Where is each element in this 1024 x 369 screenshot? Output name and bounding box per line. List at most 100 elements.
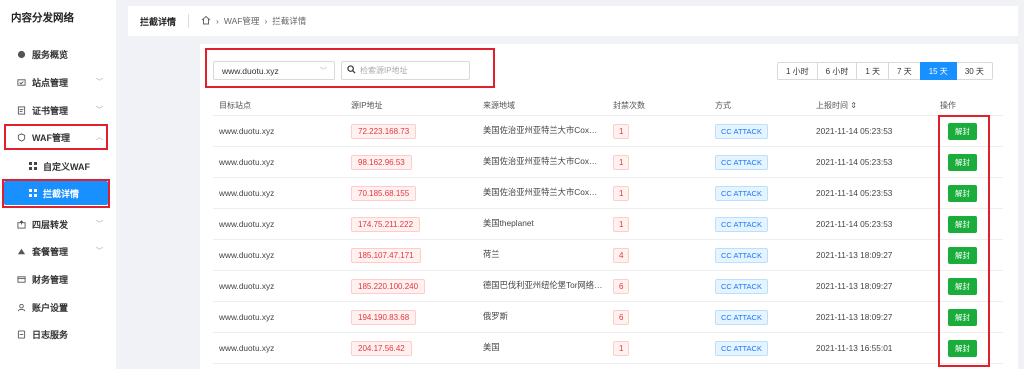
table-row: www.duotu.xyz 70.185.68.155 美国佐治亚州亚特兰大市C… [213,178,1003,209]
sidebar-item-sites[interactable]: 站点管理 ﹀ [0,71,116,93]
finance-icon [17,275,26,284]
cell-site: www.duotu.xyz [219,157,275,167]
count-tag: 1 [613,340,630,356]
sidebar-item-l4-forward[interactable]: 四层转发 ﹀ [0,213,116,235]
ip-tag: 98.162.96.53 [351,154,412,170]
cell-region: 美国 [483,342,500,352]
dashboard-icon [17,50,26,59]
count-tag: 6 [613,309,630,325]
cell-region: 美国theplanet [483,218,534,228]
range-button-30d[interactable]: 30 天 [955,62,993,80]
column-header-site: 目标站点 [219,101,251,110]
column-header-count: 封禁次数 [613,101,645,110]
cell-time: 2021-11-13 16:55:01 [816,343,893,353]
method-tag: CC ATTACK [715,278,768,294]
cell-site: www.duotu.xyz [219,250,275,260]
sidebar-item-label: 日志服务 [32,329,69,340]
highlight-box-actions [938,115,990,367]
breadcrumb-separator: › [216,16,219,26]
cell-region: 美国佐治亚州亚特兰大市Cox通信公... [483,125,605,135]
ip-tag: 185.220.100.240 [351,278,426,294]
breadcrumb: › WAF管理 › 拦截详情 [201,15,306,27]
page-title: 拦截详情 [140,16,177,27]
table-row: www.duotu.xyz 185.220.100.240 德国巴伐利亚州纽伦堡… [213,271,1003,302]
method-tag: CC ATTACK [715,309,768,325]
sidebar-item-custom-waf[interactable]: 自定义WAF [0,155,116,177]
table-header: 目标站点 源IP地址 来源地域 封禁次数 方式 上报时间 ⇕ 操作 [213,96,1003,116]
method-tag: CC ATTACK [715,154,768,170]
forward-icon [17,219,26,229]
column-header-region: 来源地域 [483,101,515,110]
range-button-6h[interactable]: 6 小时 [816,62,858,80]
count-tag: 1 [613,185,630,201]
sidebar-item-logs[interactable]: 日志服务 [0,323,116,345]
ip-tag: 70.185.68.155 [351,185,417,201]
cell-site: www.duotu.xyz [219,312,275,322]
count-tag: 4 [613,247,630,263]
breadcrumb-waf[interactable]: WAF管理 [224,15,260,27]
chevron-down-icon: ﹀ [96,79,103,86]
highlight-box-waf [4,124,108,150]
cell-time: 2021-11-13 18:09:27 [816,281,893,291]
domain-select[interactable]: www.duotu.xyz ﹀ [213,61,335,80]
sidebar-item-label: 服务概览 [32,49,69,60]
range-button-7d[interactable]: 7 天 [888,62,921,80]
sidebar-item-label: 四层转发 [32,219,69,230]
cell-time: 2021-11-13 18:09:27 [816,250,893,260]
sidebar-item-packages[interactable]: 套餐管理 ﹀ [0,240,116,262]
range-button-1d[interactable]: 1 天 [856,62,890,80]
page-header: 拦截详情 › WAF管理 › 拦截详情 [128,6,1018,36]
cell-time: 2021-11-13 18:09:27 [816,312,893,322]
table-row: www.duotu.xyz 194.190.83.68 俄罗斯 6 CC ATT… [213,302,1003,333]
count-tag: 1 [613,123,630,139]
column-header-time[interactable]: 上报时间 ⇕ [816,100,940,111]
certificate-icon [17,105,26,115]
user-icon [17,303,26,312]
breadcrumb-separator: › [264,16,268,26]
sidebar-item-label: 自定义WAF [43,161,90,172]
sidebar-item-certificates[interactable]: 证书管理 ﹀ [0,99,116,121]
ip-tag: 185.107.47.171 [351,247,421,263]
cell-site: www.duotu.xyz [219,188,275,198]
domain-select-value: www.duotu.xyz [222,65,279,76]
sidebar: 内容分发网络 服务概览 站点管理 ﹀ 证书管理 ﹀ WAF管理 ︿ 自定义WAF… [0,0,116,369]
table-row: www.duotu.xyz 204.17.56.42 美国 1 CC ATTAC… [213,333,1003,364]
breadcrumb-current: 拦截详情 [272,16,307,26]
search-icon [347,65,356,76]
ip-search-input[interactable] [360,66,465,75]
cell-site: www.duotu.xyz [219,219,275,229]
cell-region: 德国巴伐利亚州纽伦堡Tor网络出口 [483,280,605,290]
sidebar-item-account[interactable]: 账户设置 [0,296,116,318]
table-row: www.duotu.xyz 174.75.211.222 美国theplanet… [213,209,1003,240]
sidebar-item-label: 套餐管理 [32,246,69,257]
ip-tag: 204.17.56.42 [351,340,412,356]
table-row: www.duotu.xyz 72.223.168.73 美国佐治亚州亚特兰大市C… [213,116,1003,147]
header-divider [188,14,190,28]
ip-tag: 174.75.211.222 [351,216,421,232]
method-tag: CC ATTACK [715,340,768,356]
cell-site: www.duotu.xyz [219,281,275,291]
cell-region: 俄罗斯 [483,311,508,321]
cell-time: 2021-11-14 05:23:53 [816,126,893,136]
grid-icon [28,162,37,171]
column-header-action: 操作 [940,101,956,110]
count-tag: 1 [613,216,630,232]
sidebar-item-overview[interactable]: 服务概览 [0,43,116,65]
range-button-15d[interactable]: 15 天 [919,62,957,80]
ip-tag: 194.190.83.68 [351,309,417,325]
cell-time: 2021-11-14 05:23:53 [816,157,893,167]
table-row: www.duotu.xyz 98.162.96.53 美国佐治亚州亚特兰大市Co… [213,147,1003,178]
highlight-box-intercept [2,179,110,208]
sidebar-item-label: 证书管理 [32,105,69,116]
method-tag: CC ATTACK [715,247,768,263]
intercept-table: 目标站点 源IP地址 来源地域 封禁次数 方式 上报时间 ⇕ 操作 www.du… [213,96,1003,364]
cell-site: www.duotu.xyz [219,126,275,136]
sidebar-item-label: 账户设置 [32,302,69,313]
sidebar-item-finance[interactable]: 财务管理 [0,268,116,290]
cell-region: 荷兰 [483,249,500,259]
package-icon [17,247,26,256]
home-icon[interactable] [201,15,211,27]
cell-time: 2021-11-14 05:23:53 [816,188,893,198]
range-button-1h[interactable]: 1 小时 [777,62,818,80]
chevron-down-icon: ﹀ [96,107,103,114]
